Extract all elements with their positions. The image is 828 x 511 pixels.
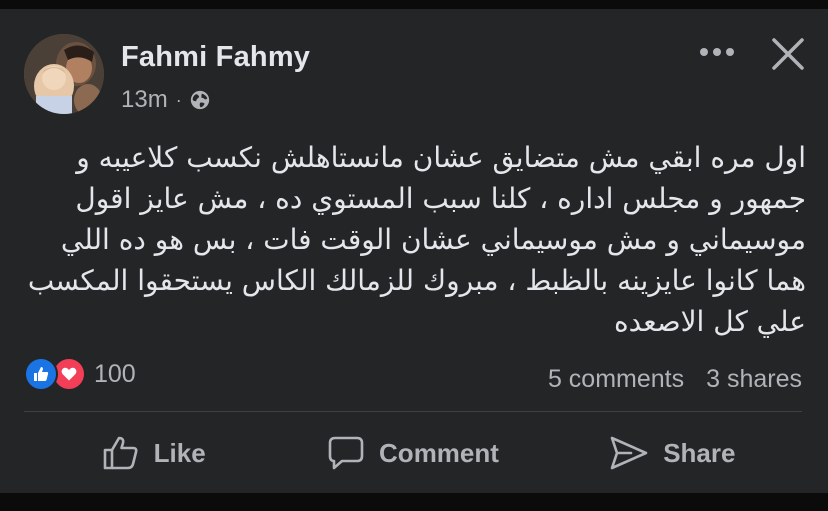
close-button[interactable] bbox=[768, 34, 808, 74]
author-name[interactable]: Fahmi Fahmy bbox=[121, 41, 310, 74]
post-meta: 13m · bbox=[121, 86, 211, 114]
share-button[interactable]: Share bbox=[543, 423, 802, 483]
thumbs-up-icon bbox=[103, 436, 138, 470]
reactions-summary[interactable]: 100 bbox=[24, 357, 136, 391]
like-reaction-icon bbox=[24, 357, 58, 391]
more-options-button[interactable] bbox=[694, 35, 740, 69]
comment-bubble-icon bbox=[328, 436, 364, 470]
reaction-count[interactable]: 100 bbox=[94, 360, 136, 389]
post-time[interactable]: 13m bbox=[121, 86, 168, 114]
comments-count[interactable]: 5 comments bbox=[548, 365, 684, 394]
share-label: Share bbox=[663, 437, 736, 468]
engagement-stats: 5 comments 3 shares bbox=[548, 365, 802, 394]
like-button[interactable]: Like bbox=[24, 423, 283, 483]
comment-label: Comment bbox=[379, 437, 499, 468]
avatar[interactable] bbox=[24, 34, 104, 114]
like-label: Like bbox=[153, 437, 206, 468]
globe-icon[interactable] bbox=[189, 89, 211, 111]
post-card: Fahmi Fahmy 13m · اول مره ابقي مش متضايق… bbox=[0, 9, 828, 493]
share-arrow-icon bbox=[610, 436, 648, 470]
meta-separator: · bbox=[175, 90, 182, 110]
actions-divider bbox=[24, 411, 802, 412]
post-actions: Like Comment Share bbox=[24, 423, 802, 483]
shares-count[interactable]: 3 shares bbox=[706, 365, 802, 394]
avatar-photo bbox=[24, 34, 104, 114]
comment-button[interactable]: Comment bbox=[283, 423, 542, 483]
more-dots-icon bbox=[700, 48, 734, 56]
post-text: اول مره ابقي مش متضايق عشان مانستاهلش نك… bbox=[27, 141, 806, 338]
close-icon bbox=[772, 38, 804, 70]
